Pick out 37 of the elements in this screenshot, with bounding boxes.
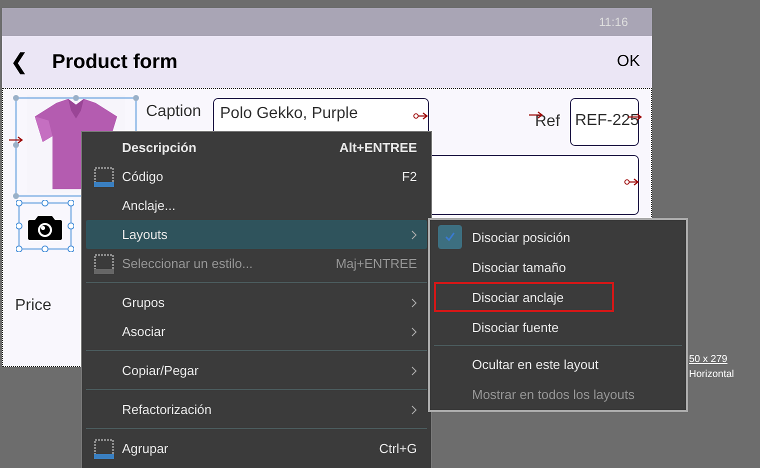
form-title: Product form xyxy=(52,50,179,74)
submenu-item[interactable]: Disociar posición xyxy=(434,222,614,252)
submenu-item[interactable]: Disociar tamaño xyxy=(434,252,614,282)
ref-field[interactable]: REF-225 xyxy=(570,98,639,146)
menu-item[interactable]: Agrupar Ctrl+G xyxy=(86,434,427,463)
size-label: 50 x 279 xyxy=(689,354,728,365)
chevron-right-icon xyxy=(411,404,417,414)
orientation-label: Horizontal xyxy=(689,369,734,380)
selection-frame[interactable] xyxy=(16,200,74,252)
chevron-right-icon xyxy=(411,366,417,376)
price-label: Price xyxy=(15,297,52,315)
ok-button[interactable]: OK xyxy=(616,53,640,71)
menu-item[interactable]: Asociar xyxy=(86,317,427,346)
menu-item[interactable]: Código F2 xyxy=(86,162,427,191)
status-time: 11:16 xyxy=(598,15,628,29)
menu-item-icon xyxy=(92,252,116,276)
chevron-right-icon xyxy=(411,230,417,240)
back-button[interactable]: ❮ xyxy=(10,50,52,74)
submenu-item[interactable]: Ocultar en este layout xyxy=(434,349,614,379)
menu-item[interactable]: Grupos xyxy=(86,288,427,317)
menu-item[interactable]: Refactorización xyxy=(86,395,427,424)
menu-item-icon xyxy=(92,164,116,188)
menu-item[interactable]: Anclaje... xyxy=(86,191,427,220)
anchor-icon xyxy=(8,136,24,144)
menu-item[interactable]: Copiar/Pegar xyxy=(86,356,427,385)
submenu-item[interactable]: Disociar fuente xyxy=(434,312,614,342)
chevron-right-icon xyxy=(411,298,417,308)
menu-item[interactable]: Layouts xyxy=(86,220,427,249)
ref-label: Ref xyxy=(535,113,560,131)
anchor-icon xyxy=(624,178,640,186)
checkmark-icon xyxy=(438,225,462,249)
submenu-item[interactable]: Disociar anclaje xyxy=(434,282,614,312)
menu-item-icon xyxy=(92,436,116,460)
anchor-icon xyxy=(413,112,429,120)
camera-icon xyxy=(28,214,62,240)
caption-label: Caption xyxy=(146,103,202,121)
chevron-right-icon xyxy=(411,326,417,336)
